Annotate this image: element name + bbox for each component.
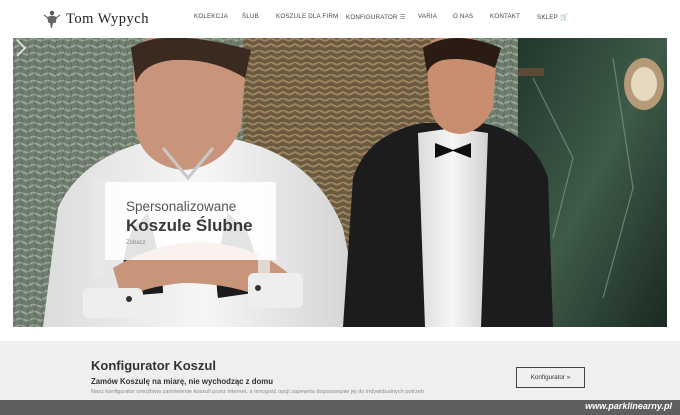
configurator-title: Konfigurator Koszul bbox=[91, 358, 216, 373]
site-header: Tom Wypych KOLEKCJA ŚLUB KOSZULE DLA FIR… bbox=[0, 0, 680, 38]
watermark: www.parklinearny.pl bbox=[585, 401, 672, 411]
nav-item-slub[interactable]: ŚLUB bbox=[242, 13, 259, 20]
nav-item-koszule-dla-firm[interactable]: KOSZULE DLA FIRM bbox=[276, 13, 338, 20]
nav-label: VARIA bbox=[418, 13, 438, 20]
nav-item-sklep[interactable]: SKLEP 🛒 bbox=[537, 13, 568, 21]
nav-item-kontakt[interactable]: KONTAKT bbox=[490, 13, 520, 20]
nav-item-kolekcja[interactable]: KOLEKCJA bbox=[194, 13, 228, 20]
nav-item-konfigurator[interactable]: KONFIGURATOR ☰ bbox=[346, 13, 406, 21]
configurator-subtitle: Zamów Koszulę na miarę, nie wychodząc z … bbox=[91, 377, 273, 386]
nav-label: O NAS bbox=[453, 13, 474, 20]
hero-kicker: Spersonalizowane bbox=[126, 199, 237, 214]
hero-title: Koszule Ślubne bbox=[126, 216, 253, 235]
nav-label: KOLEKCJA bbox=[194, 13, 228, 20]
menu-lines-icon: ☰ bbox=[399, 14, 406, 21]
configurator-button[interactable]: Konfigurator » bbox=[516, 367, 585, 388]
nav-label: KOSZULE DLA FIRM bbox=[276, 13, 339, 20]
nav-item-o-nas[interactable]: O NAS bbox=[453, 13, 473, 20]
nav-label: SKLEP bbox=[537, 14, 558, 21]
nav-label: KONTAKT bbox=[490, 13, 521, 20]
main-navigation: KOLEKCJA ŚLUB KOSZULE DLA FIRM KONFIGURA… bbox=[0, 13, 680, 25]
nav-label: KONFIGURATOR bbox=[346, 14, 398, 21]
nav-item-varia[interactable]: VARIA bbox=[418, 13, 437, 20]
hero-caption-card: Spersonalizowane Koszule Ślubne Zobacz bbox=[105, 182, 276, 260]
configurator-description: Nasz konfigurator umożliwia zamówienie k… bbox=[91, 389, 425, 395]
watermark-strip: www.parklinearny.pl bbox=[0, 400, 680, 415]
chevron-right-icon[interactable] bbox=[13, 38, 29, 58]
cart-icon: 🛒 bbox=[559, 14, 569, 21]
hero-slider[interactable]: Spersonalizowane Koszule Ślubne Zobacz bbox=[13, 38, 667, 327]
nav-label: ŚLUB bbox=[242, 13, 259, 20]
hero-link[interactable]: Zobacz bbox=[126, 240, 146, 246]
